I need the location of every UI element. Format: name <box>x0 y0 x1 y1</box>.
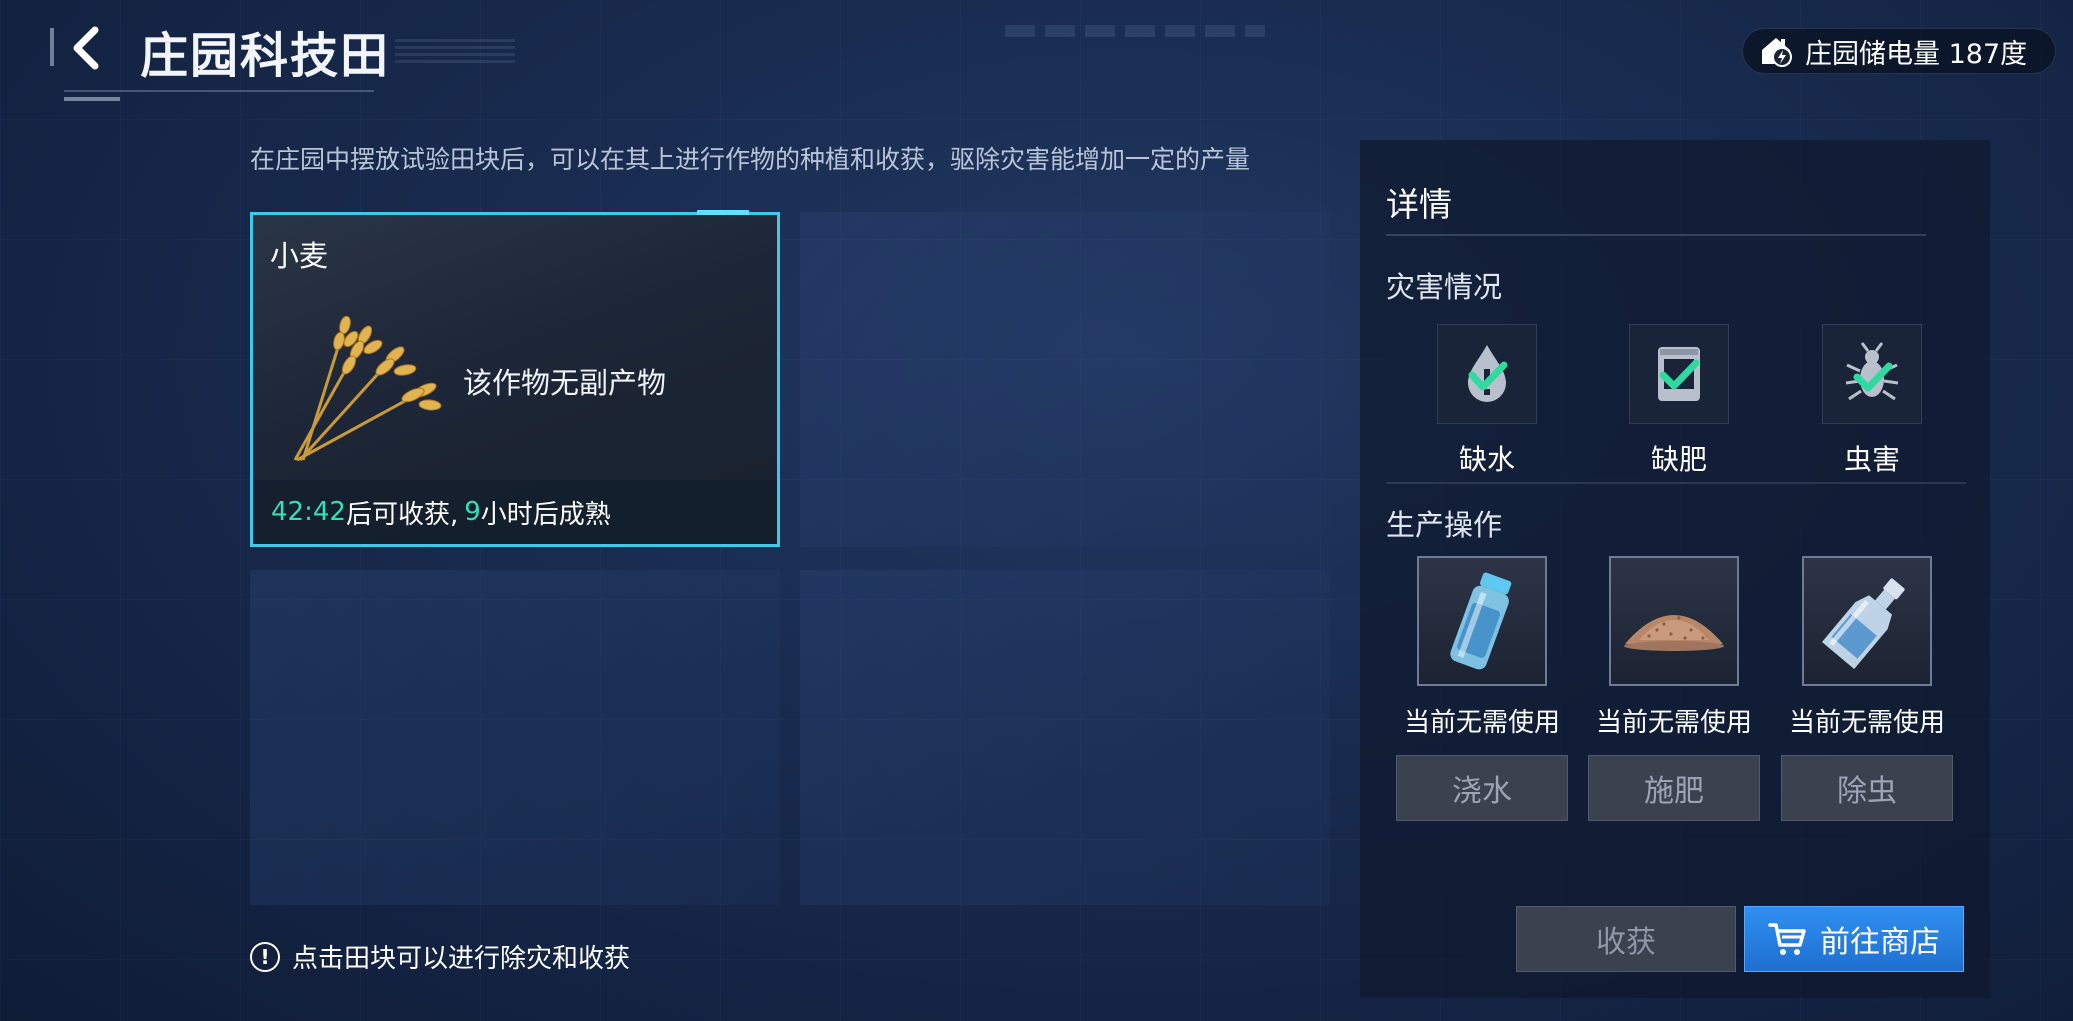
energy-storage-badge: 庄园储电量 187度 <box>1742 28 2056 74</box>
pest-removal-button[interactable]: 除虫 <box>1781 755 1953 821</box>
pesticide-bottle-icon <box>1802 556 1932 686</box>
production-section-title: 生产操作 <box>1386 508 1503 542</box>
plot-status-bar: 42:42 后可收获, 9 小时后成熟 <box>253 480 777 544</box>
back-decor-tick <box>50 28 54 66</box>
disaster-water-shortage: 缺水 <box>1432 324 1542 478</box>
mature-hours: 9 <box>464 497 481 527</box>
water-bottle-icon <box>1417 556 1547 686</box>
fertilize-button[interactable]: 施肥 <box>1588 755 1760 821</box>
disaster-label: 缺水 <box>1458 443 1515 476</box>
intro-description: 在庄园中摆放试验田块后，可以在其上进行作物的种植和收获，驱除灾害能增加一定的产量 <box>250 145 1251 174</box>
operation-status: 当前无需使用 <box>1403 708 1560 738</box>
field-plot-empty[interactable] <box>800 212 1330 547</box>
house-energy-icon <box>1757 32 1795 70</box>
disaster-label: 虫害 <box>1843 443 1900 476</box>
energy-storage-label: 庄园储电量 187度 <box>1805 38 2028 70</box>
disaster-pest: 虫害 <box>1817 324 1927 478</box>
operation-status: 当前无需使用 <box>1788 708 1945 738</box>
operation-fertilizing: 当前无需使用 施肥 <box>1588 556 1760 821</box>
details-title: 详情 <box>1386 185 1452 224</box>
fertilizer-bag-icon <box>1629 324 1729 424</box>
plot-selected-accent <box>697 210 749 215</box>
byproduct-text: 该作物无副产物 <box>463 366 667 400</box>
disaster-label: 缺肥 <box>1650 443 1707 476</box>
details-divider <box>1386 234 1926 236</box>
hint-text: 点击田块可以进行除灾和收获 <box>292 944 631 974</box>
mature-hours-suffix: 小时后成熟 <box>480 499 611 530</box>
details-panel: 详情 灾害情况 缺水 缺肥 虫害 生产操作 当前无需使用 浇水 当前无需使用 施… <box>1360 140 1990 998</box>
section-divider <box>1386 482 1966 484</box>
fertilizer-pile-icon <box>1609 556 1739 686</box>
go-to-shop-button[interactable]: 前往商店 <box>1744 906 1964 972</box>
hint-row: ! 点击田块可以进行除灾和收获 <box>250 938 630 975</box>
operation-status: 当前无需使用 <box>1595 708 1752 738</box>
title-underline <box>64 90 374 92</box>
bug-icon <box>1822 324 1922 424</box>
operation-watering: 当前无需使用 浇水 <box>1396 556 1568 821</box>
operation-pest-removal: 当前无需使用 除虫 <box>1781 556 1953 821</box>
water-button[interactable]: 浇水 <box>1396 755 1568 821</box>
water-drop-icon <box>1437 324 1537 424</box>
harvest-timer-suffix: 后可收获, <box>345 499 459 530</box>
shopping-cart-icon <box>1768 923 1806 955</box>
back-arrow-icon <box>73 26 99 70</box>
field-plot-empty[interactable] <box>250 570 780 905</box>
field-plot-empty[interactable] <box>800 570 1330 905</box>
shop-button-label: 前往商店 <box>1820 925 1940 960</box>
top-decoration <box>1005 25 1265 37</box>
title-underline-accent <box>64 97 120 101</box>
harvest-button[interactable]: 收获 <box>1516 906 1736 972</box>
field-plot-wheat[interactable]: 小麦 该作物无副产物 42:42 后可收获, 9 小时后成熟 <box>250 210 780 547</box>
header-decoration <box>395 35 515 63</box>
disaster-section-title: 灾害情况 <box>1386 270 1503 304</box>
back-button[interactable] <box>50 18 120 78</box>
wheat-icon <box>293 315 442 462</box>
page-title: 庄园科技田 <box>140 28 391 84</box>
crop-name: 小麦 <box>270 239 329 273</box>
info-icon: ! <box>250 941 280 972</box>
harvest-timer: 42:42 <box>271 497 346 527</box>
disaster-fertilizer-shortage: 缺肥 <box>1624 324 1734 478</box>
